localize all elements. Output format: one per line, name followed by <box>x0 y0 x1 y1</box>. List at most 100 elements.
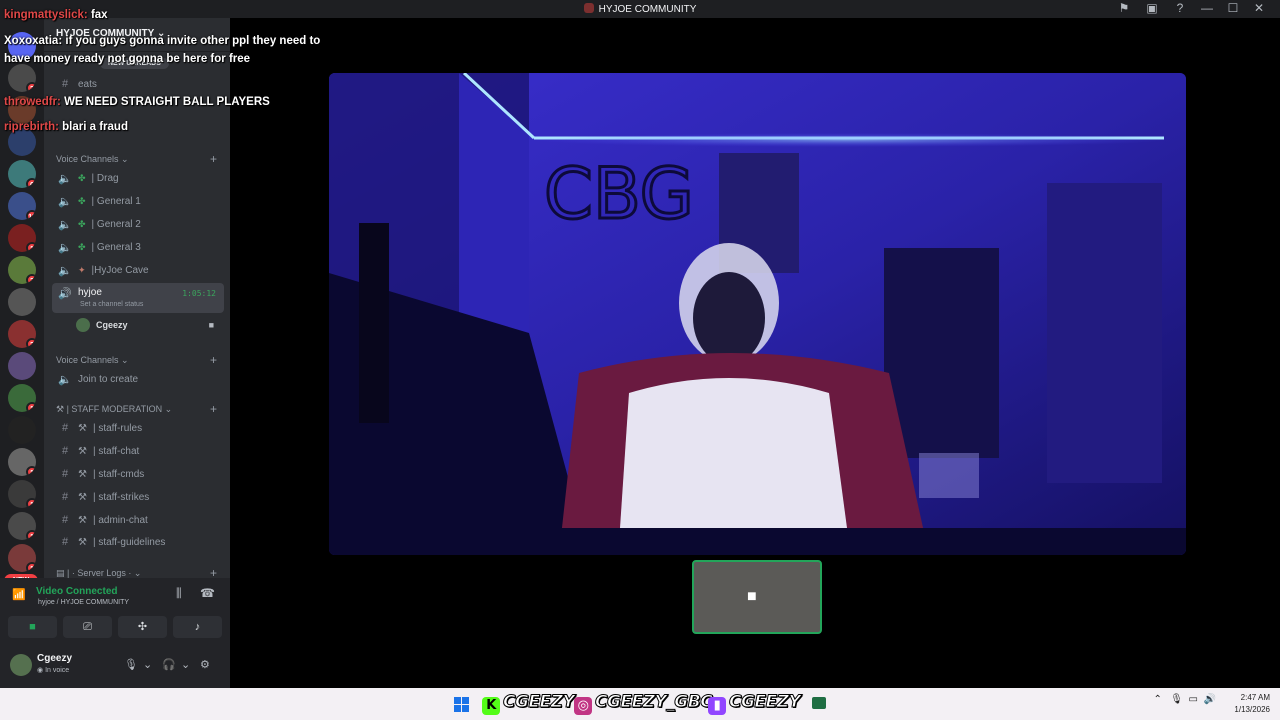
user-status-text: In voice <box>45 667 70 674</box>
voice-channel-drag[interactable]: 🔈 ✤ | Drag <box>52 168 224 188</box>
chat-text: fax <box>90 9 108 21</box>
chevron-down-icon[interactable]: ⌄ <box>143 658 152 671</box>
maximize-icon[interactable]: ☐ <box>1220 1 1246 15</box>
camera-button[interactable]: ■ <box>8 616 57 638</box>
voice-channel-path[interactable]: hyjoe / HYJOE COMMUNITY <box>38 599 129 606</box>
username[interactable]: Cgeezy <box>37 653 72 664</box>
gear-icon[interactable]: ⚙ <box>200 658 210 671</box>
voice-member[interactable]: Cgeezy ■ <box>76 315 224 335</box>
kick-icon: K <box>482 697 500 715</box>
chat-message: throwedfr: WE NEED STRAIGHT BALL PLAYERS <box>4 93 324 111</box>
chat-username: riprebirth: <box>4 121 59 133</box>
channel-label: | General 3 <box>91 241 141 253</box>
add-channel-icon[interactable]: + <box>210 353 217 367</box>
volume-icon[interactable]: 🔊 <box>1204 694 1216 705</box>
voice-channel-hyjoe-cave[interactable]: 🔈 ✦ |HyJoe Cave <box>52 260 224 280</box>
clock[interactable]: 2:47 AM 1/13/2026 <box>1234 692 1270 716</box>
noise-suppression-icon[interactable]: ⫼ <box>176 586 182 601</box>
user-status: ◉ In voice <box>37 667 70 674</box>
signal-icon: 📶 <box>12 589 26 601</box>
channel-label: | General 2 <box>91 218 141 230</box>
category-staff-moderation[interactable]: ⚒ | STAFF MODERATION ⌄ + <box>56 402 217 416</box>
chevron-down-icon[interactable]: ⌄ <box>181 658 190 671</box>
unread-badge: 1 <box>26 498 36 508</box>
chevron-up-icon[interactable]: ⌃ <box>1154 694 1162 705</box>
video-tile[interactable]: CBG <box>329 73 1186 555</box>
channel-staff-cmds[interactable]: # ⚒ | staff-cmds <box>52 464 224 484</box>
unread-badge: 1 <box>26 402 36 412</box>
server-icon[interactable]: 1 <box>8 448 36 476</box>
voice-channel-general-2[interactable]: 🔈 ✤ | General 2 <box>52 214 224 234</box>
server-icon[interactable] <box>8 352 36 380</box>
server-icon[interactable]: 1 <box>8 544 36 572</box>
server-icon[interactable] <box>8 288 36 316</box>
voice-channel-general-1[interactable]: 🔈 ✤ | General 1 <box>52 191 224 211</box>
server-icon[interactable]: 3 <box>8 64 36 92</box>
headphones-icon[interactable]: 🎧 <box>162 658 176 671</box>
channel-status-prompt[interactable]: Set a channel status <box>80 301 143 308</box>
channel-staff-strikes[interactable]: # ⚒ | staff-strikes <box>52 487 224 507</box>
add-channel-icon[interactable]: + <box>210 402 217 416</box>
server-icon[interactable]: 11 <box>8 192 36 220</box>
server-icon[interactable]: 1 <box>8 512 36 540</box>
voice-channel-general-3[interactable]: 🔈 ✤ | General 3 <box>52 237 224 257</box>
avatar[interactable] <box>10 654 32 676</box>
microphone-icon[interactable]: 🎙 <box>1170 694 1183 705</box>
unread-badge: 11 <box>26 210 36 220</box>
voice-status[interactable]: 📶 Video Connected <box>12 586 118 601</box>
channel-staff-guidelines[interactable]: # ⚒ | staff-guidelines <box>52 532 224 552</box>
call-timer: 1:05:12 <box>182 289 216 298</box>
inbox-icon[interactable]: ⚑ <box>1110 1 1138 15</box>
speaker-icon: 🔈 <box>58 218 72 231</box>
clover-icon: ✤ <box>78 241 86 252</box>
add-channel-icon[interactable]: + <box>210 152 217 166</box>
hash-icon: # <box>61 514 69 526</box>
self-video-thumbnail[interactable]: ■ <box>692 560 822 634</box>
category-voice-channels-2[interactable]: Voice Channels ⌄ + <box>56 353 217 367</box>
screen-share-button[interactable]: ⎚ <box>63 616 112 638</box>
server-icon[interactable]: 1 <box>8 480 36 508</box>
server-icon[interactable]: 6 <box>8 160 36 188</box>
windows-start-icon[interactable] <box>454 697 469 712</box>
instagram-handle: ◎ CGEEZY_GBC <box>574 692 713 716</box>
server-icon[interactable]: 1 <box>8 384 36 412</box>
excel-app-icon[interactable] <box>812 697 826 709</box>
category-voice-channels[interactable]: Voice Channels ⌄ + <box>56 152 217 166</box>
disconnect-icon[interactable]: ☎ <box>200 586 215 600</box>
channel-eats[interactable]: # eats <box>52 74 224 94</box>
activities-button[interactable]: ✣ <box>118 616 167 638</box>
category-label: | · Server Logs · <box>67 568 132 578</box>
chat-message: kingmattyslick: fax <box>4 6 324 24</box>
hash-icon: # <box>61 422 69 434</box>
chat-message: riprebirth: blari a fraud <box>4 118 324 136</box>
help-icon[interactable]: ? <box>1166 1 1194 15</box>
system-tray[interactable]: ⌃ 🎙 ▭ 🔊 <box>1154 694 1216 705</box>
minimize-icon[interactable]: — <box>1194 1 1220 15</box>
monitor-icon[interactable]: ▭ <box>1189 694 1198 705</box>
voice-channel-join-to-create[interactable]: 🔈 Join to create <box>52 369 224 389</box>
channel-admin-chat[interactable]: # ⚒ | admin-chat <box>52 510 224 530</box>
close-icon[interactable]: ✕ <box>1246 1 1272 15</box>
kick-username: CGEEZY <box>502 692 575 713</box>
unread-badge: 1 <box>26 562 36 572</box>
server-icon[interactable]: 3 <box>8 320 36 348</box>
kick-handle: K CGEEZY <box>482 692 575 716</box>
clover-icon: ✤ <box>78 218 86 229</box>
voice-channel-hyjoe[interactable]: 🔊 hyjoe 1:05:12 Set a channel status <box>52 283 224 313</box>
taskbar: K CGEEZY ◎ CGEEZY_GBC ▮ CGEEZY ⌃ 🎙 ▭ 🔊 2:47… <box>0 688 1280 720</box>
server-icon[interactable] <box>8 416 36 444</box>
camera-icon: ■ <box>208 320 214 330</box>
category-label: | STAFF MODERATION <box>66 404 163 414</box>
tools-icon: ⚒ <box>78 514 87 526</box>
server-icon[interactable]: 1 <box>8 224 36 252</box>
soundboard-button[interactable]: ♪ <box>173 616 222 638</box>
channel-staff-chat[interactable]: # ⚒ | staff-chat <box>52 441 224 461</box>
server-icon[interactable]: 3 <box>8 256 36 284</box>
monitor-icon[interactable]: ▣ <box>1138 1 1166 15</box>
microphone-icon[interactable]: 🎙 <box>124 658 138 671</box>
channel-staff-rules[interactable]: # ⚒ | staff-rules <box>52 418 224 438</box>
tools-icon: ⚒ <box>56 404 65 414</box>
video-camera-icon: ■ <box>747 588 757 605</box>
category-label: Voice Channels <box>56 154 119 164</box>
hash-icon: # <box>61 468 69 480</box>
